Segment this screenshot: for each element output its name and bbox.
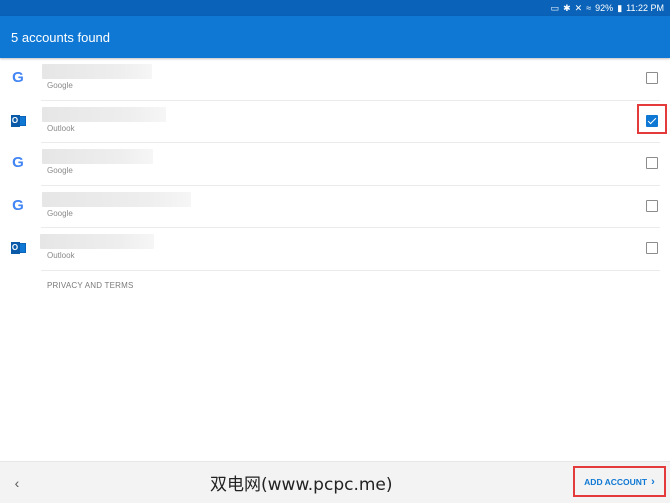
mute-icon: ✕: [574, 3, 583, 13]
account-provider: Outlook: [47, 123, 75, 133]
google-icon: G: [12, 69, 24, 86]
bluetooth-icon: ✱: [563, 3, 571, 13]
account-checkbox[interactable]: [646, 199, 658, 212]
status-bar: ▭ ✱ ✕ ≈ 92% ▮ 11:22 PM: [0, 0, 670, 16]
outlook-icon: O: [10, 240, 26, 256]
checkbox-highlight-annotation: [637, 104, 667, 134]
account-checkbox[interactable]: [646, 157, 658, 169]
back-button[interactable]: ‹: [9, 474, 25, 492]
page-title: 5 accounts found: [11, 29, 111, 45]
add-account-label: ADD ACCOUNT: [584, 476, 648, 487]
account-checkbox[interactable]: [646, 242, 658, 254]
account-checkbox[interactable]: [646, 72, 658, 84]
account-email-redacted: [42, 106, 166, 122]
battery-level: 92%: [595, 3, 614, 13]
wifi-icon: ≈: [586, 3, 592, 13]
account-row[interactable]: O Outlook: [0, 228, 670, 271]
account-row[interactable]: G Google: [0, 186, 670, 228]
account-email-redacted: [42, 191, 191, 207]
account-row[interactable]: O Outlook: [0, 101, 670, 143]
battery-icon: ▮: [617, 3, 623, 13]
bottom-bar: ‹ 双电网(www.pcpc.me) ADD ACCOUNT ›: [0, 461, 670, 503]
cast-icon: ▭: [550, 3, 560, 13]
chevron-left-icon: ‹: [14, 475, 20, 491]
account-row[interactable]: G Google: [0, 58, 670, 101]
account-email-redacted: [42, 149, 153, 164]
chevron-right-icon: ›: [651, 475, 655, 488]
account-provider: Google: [47, 208, 73, 218]
account-provider: Outlook: [47, 251, 75, 260]
account-email-redacted: [40, 234, 154, 249]
add-account-button[interactable]: ADD ACCOUNT ›: [573, 466, 666, 497]
account-list: G Google O Outlook G Google G Google O O…: [0, 58, 670, 271]
privacy-terms-link[interactable]: PRIVACY AND TERMS: [47, 281, 134, 290]
clock: 11:22 PM: [626, 3, 664, 13]
account-provider: Google: [47, 81, 73, 90]
divider: [41, 269, 660, 271]
account-row[interactable]: G Google: [0, 143, 670, 186]
outlook-icon: O: [10, 113, 26, 129]
account-provider: Google: [47, 166, 73, 175]
account-email-redacted: [42, 64, 152, 79]
google-icon: G: [12, 196, 24, 214]
google-icon: G: [12, 154, 24, 171]
watermark: 双电网(www.pcpc.me): [210, 475, 393, 495]
app-bar: 5 accounts found: [0, 16, 670, 58]
